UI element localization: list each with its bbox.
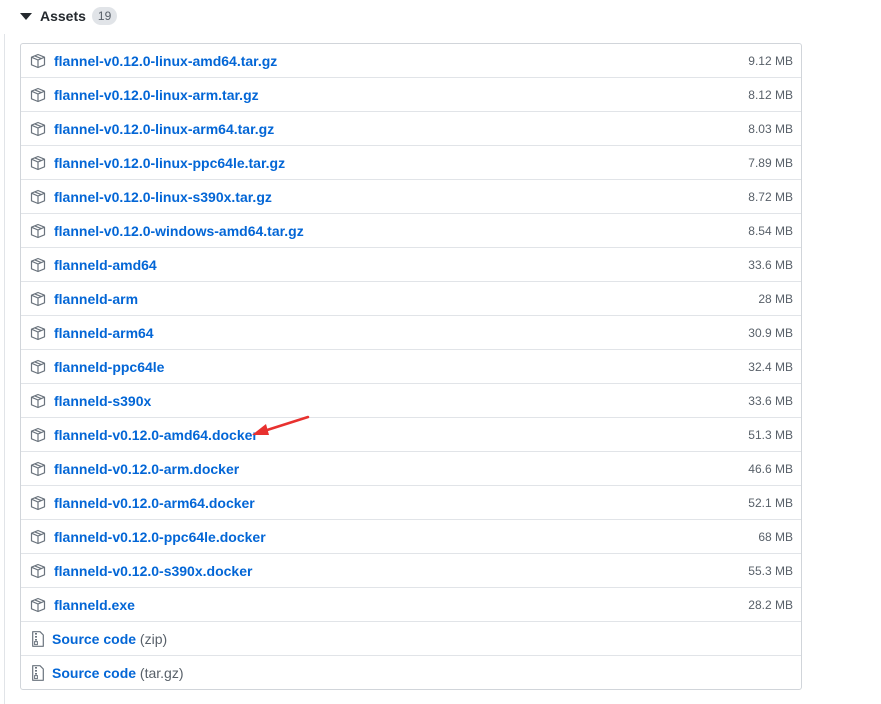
source-code-label: Source code [52,664,137,681]
asset-link[interactable]: flanneld-v0.12.0-arm.docker [54,461,239,477]
caret-down-icon [20,12,32,20]
assets-count-badge: 19 [91,7,118,25]
asset-size: 9.12 MB [748,53,793,68]
asset-size: 55.3 MB [748,563,793,578]
asset-link[interactable]: flannel-v0.12.0-linux-arm.tar.gz [54,87,259,103]
asset-link[interactable]: flanneld-s390x [54,393,151,409]
asset-link[interactable]: flannel-v0.12.0-linux-s390x.tar.gz [54,189,272,205]
file-zip-icon [32,664,44,681]
asset-link[interactable]: flanneld-arm64 [54,325,154,341]
asset-size: 46.6 MB [748,461,793,476]
asset-row-8: flanneld-arm64 30.9 MB [21,316,801,350]
source-code-format: (tar.gz) [139,664,184,681]
asset-row-7: flanneld-arm 28 MB [21,282,801,316]
asset-size: 8.12 MB [748,87,793,102]
package-icon [30,563,46,578]
asset-link[interactable]: flannel-v0.12.0-linux-arm64.tar.gz [54,121,274,137]
package-icon [30,121,46,136]
asset-size: 30.9 MB [748,325,793,340]
asset-row-3: flannel-v0.12.0-linux-ppc64le.tar.gz 7.8… [21,146,801,180]
asset-row-6: flanneld-amd64 33.6 MB [21,248,801,282]
asset-size: 68 MB [758,529,793,544]
package-icon [30,495,46,510]
package-icon [30,291,46,306]
asset-row-9: flanneld-ppc64le 32.4 MB [21,350,801,384]
package-icon [30,223,46,238]
asset-link[interactable]: flanneld-ppc64le [54,359,164,375]
package-icon [30,529,46,544]
asset-row-11: flanneld-v0.12.0-amd64.docker 51.3 MB [21,418,801,452]
package-icon [30,427,46,442]
source-code-link[interactable]: Source code (tar.gz) [52,665,184,681]
source-code-label: Source code [52,630,137,647]
asset-size: 7.89 MB [748,155,793,170]
assets-list: flannel-v0.12.0-linux-amd64.tar.gz 9.12 … [20,43,802,690]
asset-link[interactable]: flannel-v0.12.0-linux-amd64.tar.gz [54,53,277,69]
asset-row-1: flannel-v0.12.0-linux-arm.tar.gz 8.12 MB [21,78,801,112]
asset-link[interactable]: flanneld-amd64 [54,257,157,273]
package-icon [30,257,46,272]
asset-row-13: flanneld-v0.12.0-arm64.docker 52.1 MB [21,486,801,520]
asset-size: 28 MB [758,291,793,306]
asset-row-0: flannel-v0.12.0-linux-amd64.tar.gz 9.12 … [21,44,801,78]
asset-row-15: flanneld-v0.12.0-s390x.docker 55.3 MB [21,554,801,588]
asset-link[interactable]: flannel-v0.12.0-windows-amd64.tar.gz [54,223,304,239]
source-row-1: Source code (tar.gz) [21,656,801,689]
package-icon [30,359,46,374]
asset-row-12: flanneld-v0.12.0-arm.docker 46.6 MB [21,452,801,486]
asset-link[interactable]: flanneld-v0.12.0-s390x.docker [54,563,252,579]
package-icon [30,325,46,340]
assets-title: Assets [40,8,86,24]
asset-row-10: flanneld-s390x 33.6 MB [21,384,801,418]
asset-size: 32.4 MB [748,359,793,374]
asset-row-2: flannel-v0.12.0-linux-arm64.tar.gz 8.03 … [21,112,801,146]
package-icon [30,597,46,612]
asset-link[interactable]: flannel-v0.12.0-linux-ppc64le.tar.gz [54,155,285,171]
asset-link[interactable]: flanneld-v0.12.0-arm64.docker [54,495,255,511]
asset-row-4: flannel-v0.12.0-linux-s390x.tar.gz 8.72 … [21,180,801,214]
package-icon [30,53,46,68]
assets-summary-toggle[interactable]: Assets 19 [20,6,118,26]
package-icon [30,189,46,204]
asset-size: 33.6 MB [748,257,793,272]
asset-size: 8.72 MB [748,189,793,204]
asset-link[interactable]: flanneld-v0.12.0-ppc64le.docker [54,529,266,545]
package-icon [30,87,46,102]
package-icon [30,393,46,408]
asset-size: 52.1 MB [748,495,793,510]
asset-row-14: flanneld-v0.12.0-ppc64le.docker 68 MB [21,520,801,554]
asset-size: 51.3 MB [748,427,793,442]
asset-link[interactable]: flanneld-v0.12.0-amd64.docker [54,427,258,443]
source-code-format: (zip) [139,630,168,647]
source-row-0: Source code (zip) [21,622,801,656]
asset-size: 8.54 MB [748,223,793,238]
asset-row-5: flannel-v0.12.0-windows-amd64.tar.gz 8.5… [21,214,801,248]
asset-size: 8.03 MB [748,121,793,136]
file-zip-icon [32,630,44,647]
asset-size: 28.2 MB [748,597,793,612]
package-icon [30,461,46,476]
asset-size: 33.6 MB [748,393,793,408]
left-divider [4,34,5,704]
asset-link[interactable]: flanneld.exe [54,597,135,613]
package-icon [30,155,46,170]
source-code-link[interactable]: Source code (zip) [52,631,167,647]
asset-row-16: flanneld.exe 28.2 MB [21,588,801,622]
asset-link[interactable]: flanneld-arm [54,291,138,307]
